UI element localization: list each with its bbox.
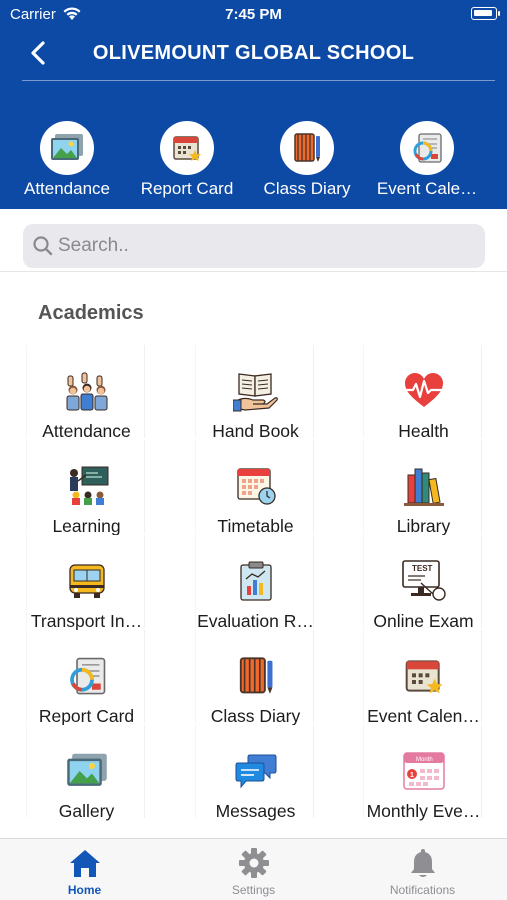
calendar-star-icon: [173, 136, 201, 161]
test-monitor-icon: TEST: [401, 560, 446, 601]
search-bar[interactable]: [23, 224, 485, 268]
tile-label: Online Exam: [373, 611, 474, 631]
bell-icon: [410, 849, 435, 877]
timetable-icon: [236, 468, 276, 505]
tile-label: Gallery: [58, 801, 115, 821]
tile-label: Event Calen…: [367, 706, 480, 726]
tile-label: Class Diary: [210, 706, 301, 726]
tile-library[interactable]: Library: [363, 440, 482, 536]
svg-text:TEST: TEST: [412, 564, 433, 573]
gear-icon: [238, 848, 269, 878]
tile-learning[interactable]: Learning: [26, 440, 145, 536]
notebook-icon: [239, 657, 272, 694]
section-title: Academics: [38, 302, 144, 324]
quick-links: Attendance Report Card Class Diary Event…: [0, 121, 507, 201]
quick-link-event-calendar[interactable]: Event Cale…: [367, 121, 487, 199]
tile-report-card[interactable]: Report Card: [26, 630, 145, 726]
tile-timetable[interactable]: Timetable: [195, 440, 314, 536]
calendar-star-icon: [405, 660, 443, 694]
svg-text:1: 1: [410, 772, 414, 779]
tab-label: Settings: [231, 883, 276, 897]
search-input[interactable]: [58, 230, 468, 262]
tile-attendance[interactable]: Attendance: [26, 345, 145, 441]
status-time: 7:45 PM: [225, 6, 282, 23]
tile-label: Timetable: [217, 516, 294, 536]
quick-link-label: Class Diary: [263, 179, 351, 198]
books-icon: [403, 468, 444, 506]
tile-class-diary[interactable]: Class Diary: [195, 630, 314, 726]
tile-label: Health: [398, 421, 449, 441]
app-header: Carrier 7:45 PM OLIVEMOUNT GLOBAL SCHOOL: [0, 0, 507, 209]
quick-link-icon-circle: [280, 121, 334, 175]
tile-label: Messages: [215, 801, 296, 821]
gallery-icon: [51, 134, 83, 160]
tile-transport-info[interactable]: Transport In…: [26, 535, 145, 631]
tab-label: Notifications: [389, 883, 456, 897]
svg-text:Month: Month: [416, 757, 433, 763]
quick-link-label: Report Card: [140, 179, 234, 198]
clipboard-chart-icon: [239, 561, 272, 601]
quick-link-attendance[interactable]: Attendance: [7, 121, 127, 199]
heartbeat-icon: [400, 373, 447, 407]
search-icon: [33, 236, 53, 256]
tab-home[interactable]: Home: [0, 839, 169, 900]
search-section: [0, 210, 507, 272]
tab-bar: Home Settings Notifications: [0, 838, 507, 900]
tile-hand-book[interactable]: Hand Book: [195, 345, 314, 441]
quick-link-icon-circle: [40, 121, 94, 175]
tile-messages[interactable]: Messages: [195, 725, 314, 821]
gallery-icon: [66, 753, 107, 786]
tile-health[interactable]: Health: [363, 345, 482, 441]
quick-link-icon-circle: [400, 121, 454, 175]
quick-link-icon-circle: [160, 121, 214, 175]
battery-icon: [471, 7, 500, 20]
tab-notifications[interactable]: Notifications: [338, 839, 507, 900]
tile-label: Evaluation R…: [197, 611, 314, 631]
quick-link-label: Attendance: [23, 179, 110, 198]
raised-hands-icon: [66, 372, 107, 411]
home-icon: [69, 850, 100, 877]
tab-settings[interactable]: Settings: [169, 839, 338, 900]
tile-label: Report Card: [38, 706, 135, 726]
tile-label: Learning: [52, 516, 121, 536]
school-bus-icon: [68, 564, 105, 598]
report-icon: [413, 133, 442, 163]
tile-online-exam[interactable]: TEST Online Exam: [363, 535, 482, 631]
page-title: OLIVEMOUNT GLOBAL SCHOOL: [92, 42, 415, 64]
tile-label: Library: [396, 516, 451, 536]
tile-label: Hand Book: [212, 421, 299, 441]
quick-link-report-card[interactable]: Report Card: [127, 121, 247, 199]
handbook-icon: [232, 373, 278, 412]
notebook-icon: [294, 133, 320, 162]
report-icon: [69, 657, 105, 695]
tile-event-calendar[interactable]: Event Calen…: [363, 630, 482, 726]
month-calendar-icon: Month 1: [402, 752, 445, 790]
nav-divider: [22, 80, 495, 81]
tile-label: Transport In…: [30, 611, 143, 631]
quick-link-label: Event Cale…: [376, 179, 478, 198]
tile-evaluation-report[interactable]: Evaluation R…: [195, 535, 314, 631]
nav-bar: OLIVEMOUNT GLOBAL SCHOOL: [0, 30, 507, 80]
classroom-icon: [69, 466, 108, 505]
tile-label: Monthly Eve…: [366, 801, 481, 821]
tab-label: Home: [67, 883, 102, 897]
status-bar: Carrier 7:45 PM: [0, 0, 507, 30]
chat-bubbles-icon: [235, 754, 276, 789]
quick-link-class-diary[interactable]: Class Diary: [247, 121, 367, 199]
academics-grid: Attendance Hand Book Health Learning Tim…: [0, 345, 507, 837]
tile-monthly-events[interactable]: Month 1 Monthly Eve…: [363, 725, 482, 821]
tile-label: Attendance: [42, 421, 131, 441]
tile-gallery[interactable]: Gallery: [26, 725, 145, 821]
